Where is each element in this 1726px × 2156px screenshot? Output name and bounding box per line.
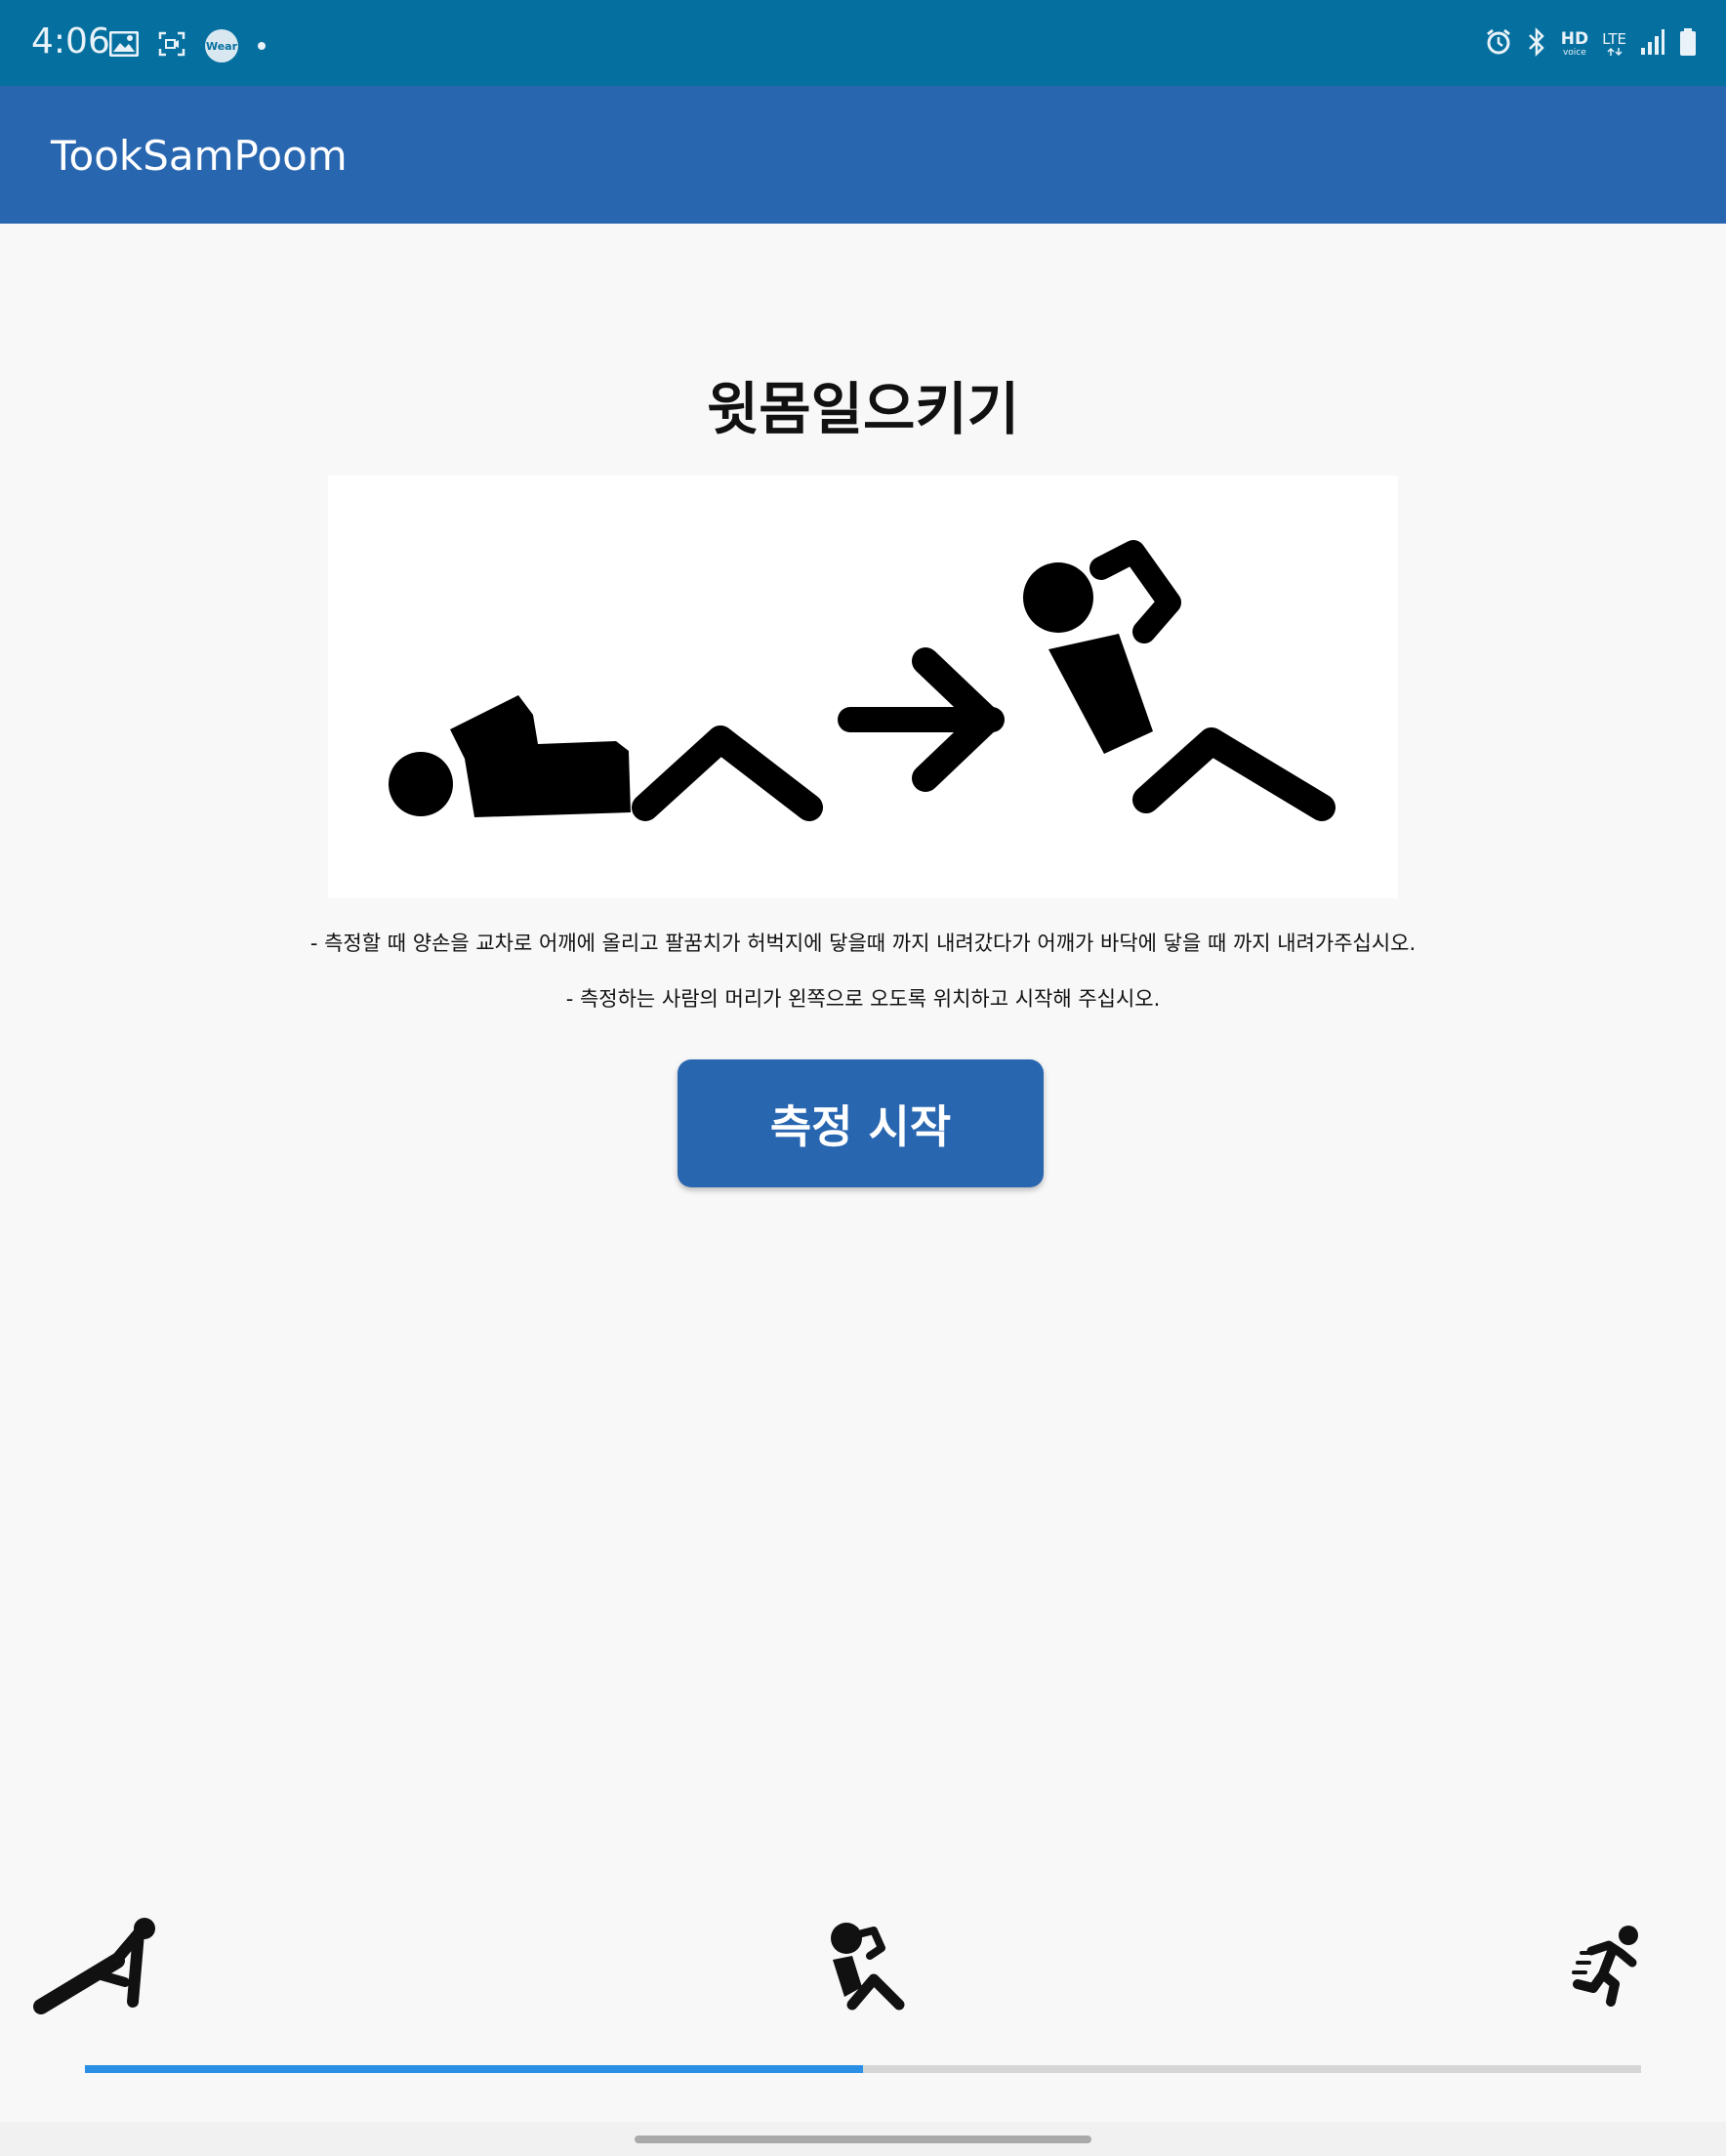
status-bar: 4:06 Wear HD voice LTE — [0, 0, 1726, 86]
system-nav-bar — [0, 2122, 1726, 2156]
hd-label: HD — [1560, 28, 1589, 49]
instruction-2: - 측정하는 사람의 머리가 왼쪽으로 오도록 위치하고 시작해 주십시오. — [565, 987, 1161, 1011]
instruction-1: - 측정할 때 양손을 교차로 어깨에 올리고 팔꿈치가 허벅지에 닿을때 까지… — [309, 932, 1417, 955]
pushup-icon[interactable] — [31, 1914, 163, 2020]
situp-icon[interactable] — [823, 1919, 906, 2015]
situp-illustration — [328, 476, 1398, 898]
gallery-icon — [108, 30, 140, 61]
progress-fill — [85, 2065, 863, 2073]
status-time: 4:06 — [31, 21, 110, 62]
voice-label: voice — [1562, 47, 1586, 58]
screen-record-icon — [158, 31, 185, 61]
app-title: TookSamPoom — [51, 132, 348, 180]
app-bar: TookSamPoom — [0, 86, 1726, 224]
page-title: 윗몸일으키기 — [706, 376, 1020, 442]
progress-bar — [85, 2065, 1641, 2073]
running-icon[interactable] — [1572, 1924, 1645, 2011]
battery-icon — [1679, 27, 1697, 61]
start-measurement-button[interactable]: 측정 시작 — [678, 1059, 1044, 1187]
home-indicator[interactable] — [635, 2135, 1091, 2143]
notification-dot — [258, 42, 266, 50]
wear-icon: Wear — [205, 29, 238, 62]
bluetooth-icon — [1526, 26, 1547, 61]
alarm-icon — [1485, 28, 1512, 60]
lte-label: LTE — [1602, 29, 1626, 48]
signal-icon — [1640, 28, 1665, 60]
hd-voice-icon: HD voice — [1560, 28, 1589, 58]
lte-icon: LTE — [1602, 29, 1626, 57]
